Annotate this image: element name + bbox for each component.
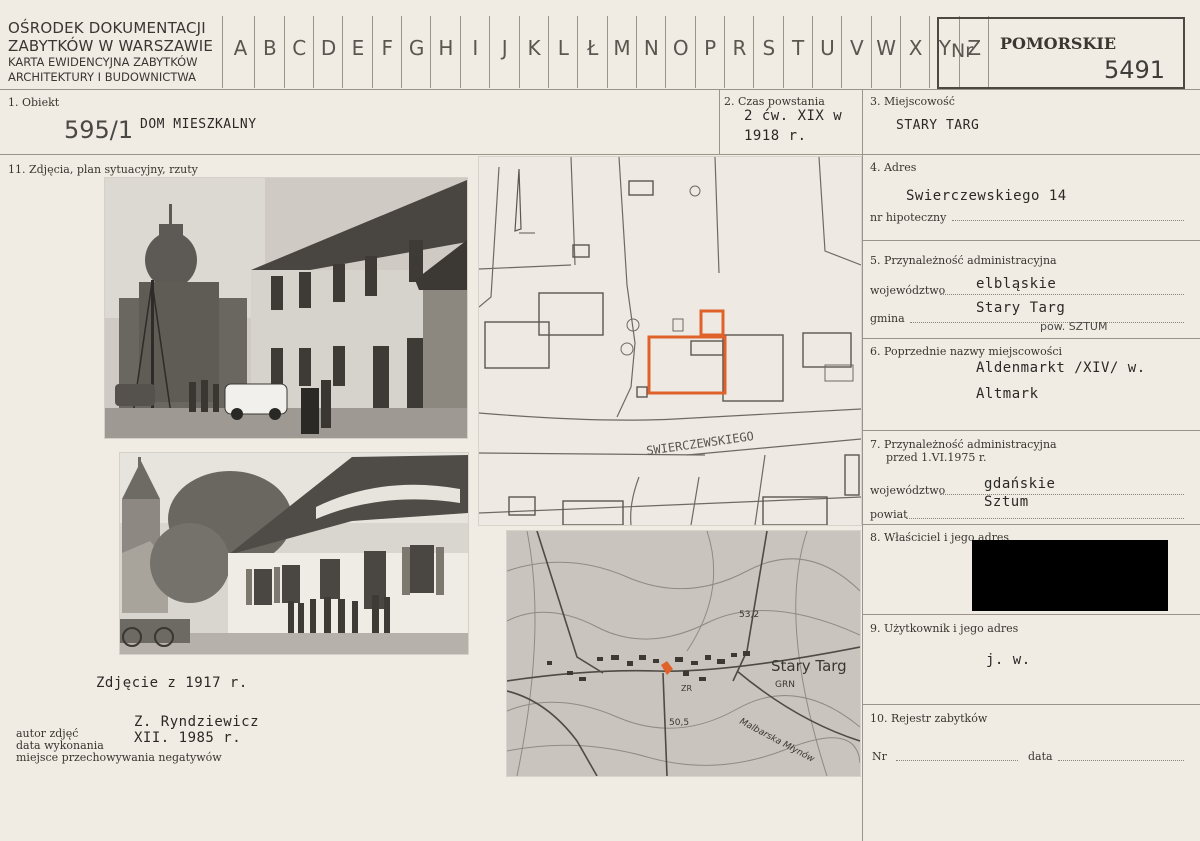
uzytkownik-value: j. w. <box>986 652 1031 668</box>
alphabet-letter: C <box>292 36 307 60</box>
org-line-1: OŚRODEK DOKUMENTACJI <box>8 19 206 37</box>
obiekt-label: 1. Obiekt <box>8 96 60 109</box>
alphabet-letter: A <box>233 36 248 60</box>
alphabet-letter: L <box>557 36 569 60</box>
poprzednie-value-1: Aldenmarkt /XIV/ w. <box>976 360 1146 376</box>
alphabet-letter: V <box>850 36 864 60</box>
rule <box>862 614 1200 615</box>
data-wykonania-value: XII. 1985 r. <box>134 730 242 746</box>
alphabet-letter: I <box>472 36 479 60</box>
adres-label: 4. Adres <box>870 161 917 174</box>
rejestr-label: 10. Rejestr zabytków <box>870 712 988 725</box>
site-plan-drawing: SWIERCZEWSKIEGO <box>479 157 861 525</box>
admin-before-label-1: 7. Przynależność administracyjna <box>870 438 1057 451</box>
rule <box>1058 760 1184 761</box>
zdjecia-label: 11. Zdjęcia, plan sytuacyjny, rzuty <box>8 163 198 176</box>
rule <box>940 294 1184 295</box>
org-line-2: ZABYTKÓW W WARSZAWIE <box>8 37 214 55</box>
poprzednie-value-2: Altmark <box>976 386 1039 402</box>
map-elevation-2: 50,5 <box>669 718 689 728</box>
obiekt-handwritten-number: 595/1 <box>64 116 134 144</box>
miejsce-label: miejsce przechowywania negatywów <box>16 751 222 764</box>
powiat-label: powiat <box>870 508 908 521</box>
obiekt-value: DOM MIESZKALNY <box>140 117 257 132</box>
map-town-label: Stary Targ <box>771 657 847 675</box>
rule <box>862 240 1200 241</box>
rule <box>862 430 1200 431</box>
photo-house-1917 <box>119 452 469 655</box>
rule <box>952 220 1184 221</box>
rule <box>940 494 1184 495</box>
czas-value-2: 1918 r. <box>744 128 807 144</box>
photo-caption: Zdjęcie z 1917 r. <box>96 675 248 691</box>
site-plan: SWIERCZEWSKIEGO <box>478 156 862 526</box>
alphabet-letter: T <box>792 36 805 60</box>
autor-value: Z. Ryndziewicz <box>134 714 260 730</box>
gmina-value: Stary Targ <box>976 300 1066 316</box>
alphabet-letter: J <box>501 36 508 60</box>
map-zr-label: ZR <box>681 684 692 693</box>
miejscowosc-value: STARY TARG <box>896 118 980 133</box>
topographic-map-drawing: Stary Targ GRN 53,2 50,5 ZR Malbarska Mł… <box>507 531 860 776</box>
hipoteczny-label: nr hipoteczny <box>870 211 947 224</box>
alphabet-letter: G <box>408 36 425 60</box>
map-elevation-1: 53,2 <box>739 610 759 620</box>
miejscowosc-label: 3. Miejscowość <box>870 95 955 108</box>
photo-house-1985 <box>104 177 468 439</box>
alphabet-letter: R <box>732 36 747 60</box>
alphabet-letter: P <box>704 36 717 60</box>
wojewodztwo-value: elbląskie <box>976 276 1057 292</box>
powiat-value: Sztum <box>984 494 1029 510</box>
admin-label: 5. Przynależność administracyjna <box>870 254 1057 267</box>
record-card: OŚRODEK DOKUMENTACJI ZABYTKÓW W WARSZAWI… <box>0 0 1200 841</box>
institution-heading: OŚRODEK DOKUMENTACJI ZABYTKÓW W WARSZAWI… <box>8 19 213 85</box>
alphabet-letter: Ł <box>587 36 599 60</box>
alphabet-letter: E <box>351 36 365 60</box>
org-line-3: KARTA EWIDENCYJNA ZABYTKÓW <box>8 55 198 69</box>
alphabet-letter: B <box>262 36 277 60</box>
card-number: 5491 <box>1104 56 1166 84</box>
alphabet-letter: O <box>672 36 689 60</box>
czas-label: 2. Czas powstania <box>724 95 825 108</box>
photo-house-1917-image <box>120 453 468 654</box>
alphabet-letter: D <box>320 36 337 60</box>
alphabet-letter: H <box>438 36 454 60</box>
alphabet-letter: U <box>820 36 835 60</box>
rule <box>0 154 1200 155</box>
topographic-map: Stary Targ GRN 53,2 50,5 ZR Malbarska Mł… <box>506 530 861 777</box>
rule <box>906 518 1184 519</box>
rule <box>719 89 720 154</box>
rule <box>862 338 1200 339</box>
adres-value: Swierczewskiego 14 <box>906 188 1067 204</box>
alphabet-letter: X <box>908 36 923 60</box>
wojewodztwo2-value: gdańskie <box>984 476 1056 492</box>
rule <box>896 760 1018 761</box>
alphabet-letter: W <box>876 36 897 60</box>
rejestr-nr-label: Nr <box>872 750 887 763</box>
wojewodztwo2-label: województwo <box>870 484 946 497</box>
alphabet-letter: M <box>613 36 631 60</box>
alphabet-letter: F <box>381 36 393 60</box>
rule <box>862 704 1200 705</box>
map-grn-label: GRN <box>775 680 795 690</box>
org-line-4: ARCHITEKTURY I BUDOWNICTWA <box>8 70 196 84</box>
uzytkownik-label: 9. Użytkownik i jego adres <box>870 622 1019 635</box>
gmina-label: gmina <box>870 312 905 325</box>
gmina-note: pow. SZTUM <box>1040 320 1108 333</box>
poprzednie-label: 6. Poprzednie nazwy miejscowości <box>870 345 1063 358</box>
rejestr-data-label: data <box>1028 750 1053 763</box>
rule <box>862 89 863 841</box>
region-name: POMORSKIE <box>1000 34 1117 53</box>
rule <box>0 89 1200 90</box>
header-divider <box>222 16 223 88</box>
admin-before-label-2: przed 1.VI.1975 r. <box>886 451 987 464</box>
redacted-owner <box>972 540 1168 611</box>
alphabet-letter: S <box>762 36 776 60</box>
czas-value-1: 2 ćw. XIX w <box>744 108 843 124</box>
alphabet-letter: N <box>643 36 659 60</box>
alphabet-letter: K <box>527 36 541 60</box>
rule <box>862 524 1200 525</box>
photo-house-1985-image <box>105 178 467 438</box>
wojewodztwo-label: województwo <box>870 284 946 297</box>
